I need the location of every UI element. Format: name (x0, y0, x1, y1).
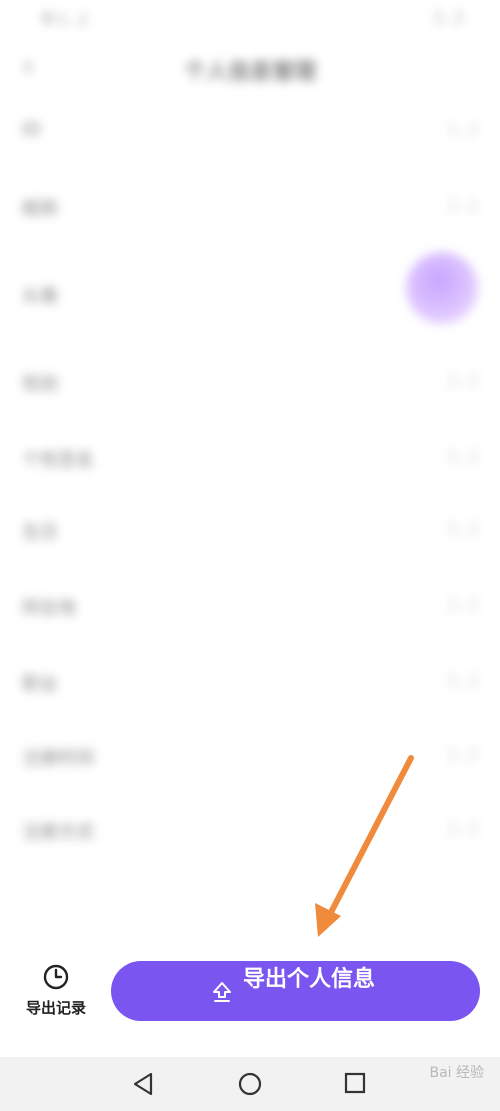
watermark: Bai 经验 (429, 1065, 484, 1081)
row-value: [...] (449, 671, 476, 689)
row-register-method: 注册方式 [...] (0, 810, 500, 850)
export-history-label: 导出记录 (25, 999, 86, 1017)
clock-icon (43, 964, 69, 990)
status-bar: 令 [...] [...] (0, 0, 500, 34)
row-value: [...] (449, 447, 476, 465)
export-history-button[interactable]: 导出记录 (14, 963, 98, 1027)
nav-home-icon[interactable] (237, 1071, 263, 1097)
row-birthday[interactable]: 生日 [...] (0, 510, 500, 550)
page-title: 个人信息管理 (183, 60, 316, 85)
row-value: [...] (449, 196, 476, 214)
row-occupation[interactable]: 职业 [...] (0, 662, 500, 702)
row-register-time: 注册时间 [...] (0, 736, 500, 776)
row-label: 注册方式 (22, 822, 94, 843)
blurred-content: 令 [...] [...] ‹ 个人信息管理 ID [...] 昵称 [...]… (0, 0, 500, 940)
row-label: ID (22, 119, 42, 140)
row-label: 所在地 (22, 598, 76, 619)
bottom-action-bar: 导出记录 导出个人信息 (0, 945, 500, 1055)
row-label: 生日 (22, 522, 58, 543)
export-button-label: 导出个人信息 (243, 967, 376, 992)
nav-back-icon[interactable] (130, 1071, 156, 1097)
row-avatar[interactable]: 头像 (0, 252, 500, 324)
status-left: 令 [...] (40, 10, 86, 28)
row-value: [...] (449, 819, 476, 837)
row-label: 昵称 (22, 199, 58, 220)
row-value: [...] (449, 595, 476, 613)
row-value: [...] (449, 745, 476, 763)
export-personal-info-button[interactable]: 导出个人信息 (111, 961, 480, 1021)
row-value: [...] (449, 371, 476, 389)
header: ‹ 个人信息管理 (0, 40, 500, 96)
upload-icon (213, 982, 231, 1002)
avatar (406, 252, 478, 324)
row-id[interactable]: ID [...] (0, 111, 500, 151)
row-gender[interactable]: 性别 [...] (0, 362, 500, 402)
row-label: 头像 (22, 286, 58, 307)
system-nav-bar (0, 1057, 500, 1111)
row-label: 性别 (22, 374, 58, 395)
row-value: [...] (449, 120, 476, 138)
row-nickname[interactable]: 昵称 [...] (0, 187, 500, 227)
row-label: 职业 (22, 674, 58, 695)
nav-recent-apps-icon[interactable] (343, 1071, 367, 1095)
row-label: 个性签名 (22, 450, 94, 471)
row-location[interactable]: 所在地 [...] (0, 586, 500, 626)
row-signature[interactable]: 个性签名 [...] (0, 438, 500, 478)
row-value: [...] (449, 519, 476, 537)
row-label: 注册时间 (22, 748, 94, 769)
status-right: [...] (435, 8, 462, 26)
